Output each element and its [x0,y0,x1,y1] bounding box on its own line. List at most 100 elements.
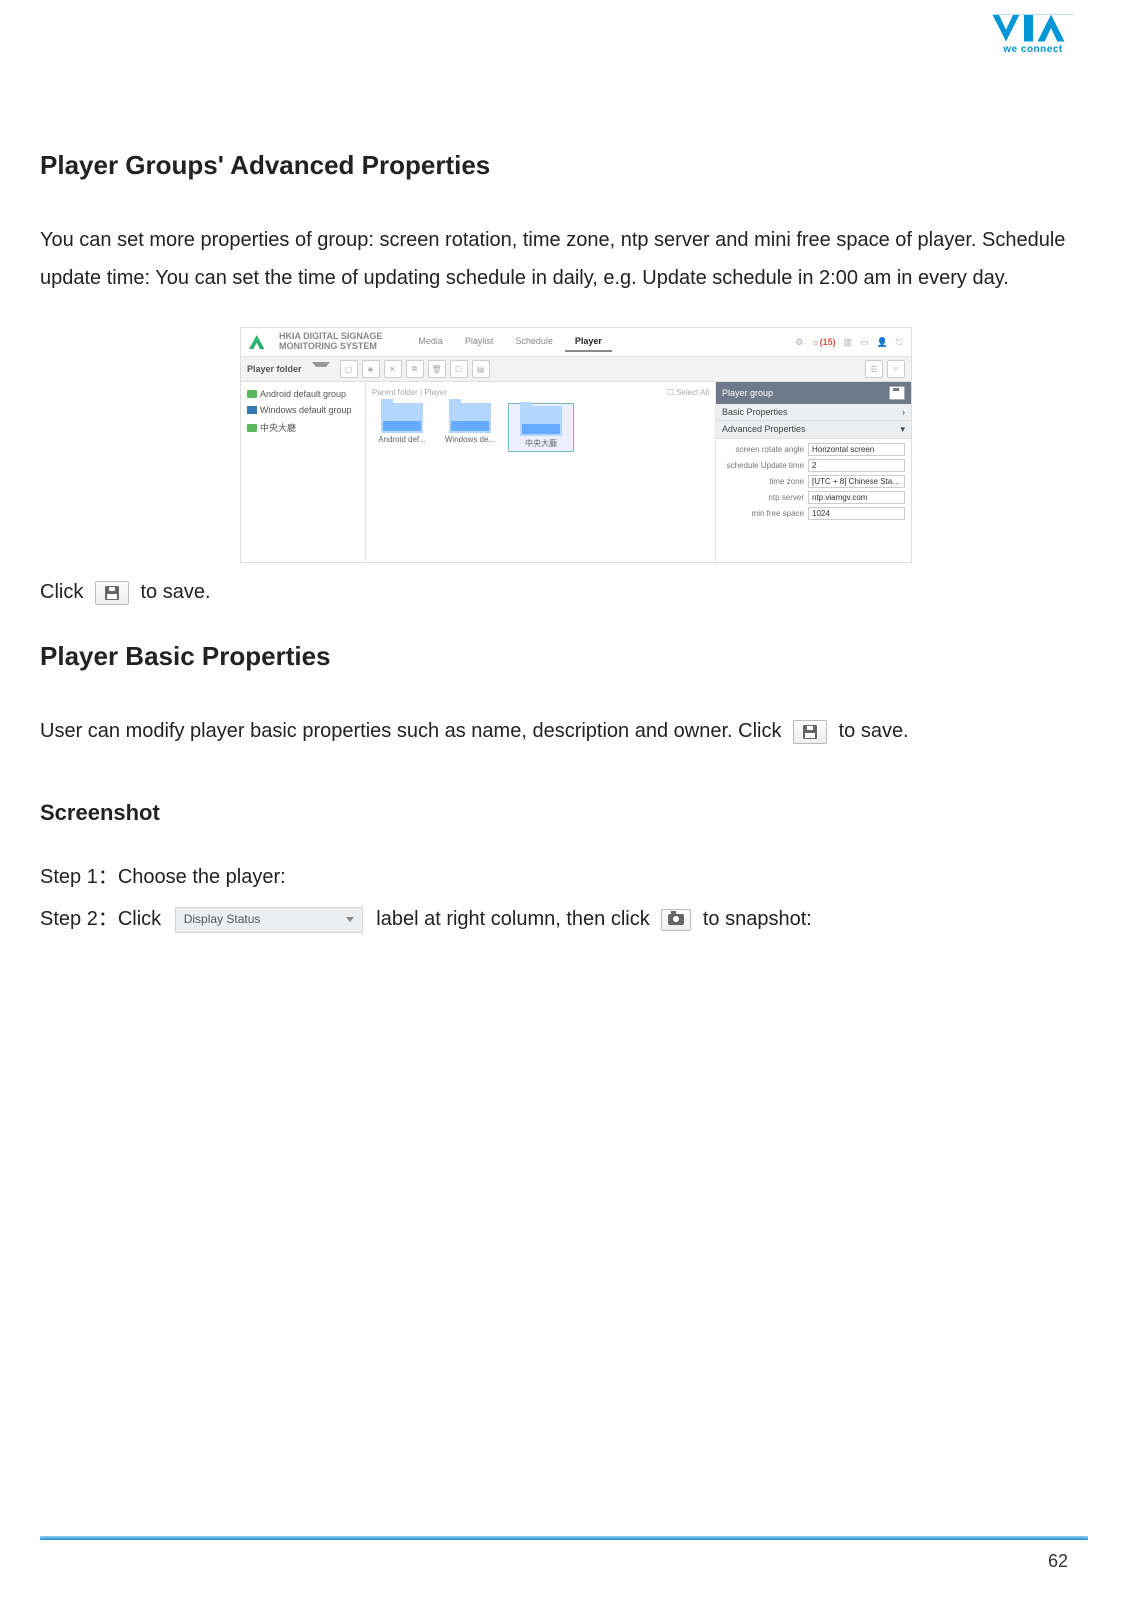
screen-rotate-select[interactable]: Horizontal screen [808,443,905,456]
folder-label: Android def... [372,435,432,444]
section-advanced-properties[interactable]: Advanced Properties▾ [716,421,911,439]
field-label: screen rotate angle [722,445,804,454]
main-nav: Media Playlist Schedule Player [408,332,612,352]
group-icon [247,406,257,414]
brand-tagline: we connect [1003,44,1062,55]
min-free-space-input[interactable]: 1024 [808,507,905,520]
camera-icon [668,914,684,925]
folder-dropdown-icon[interactable] [312,362,330,377]
list-view-button[interactable]: ☰ [865,360,883,378]
alert-icon[interactable]: ☼(15) [811,337,835,347]
section-label: Basic Properties [722,407,788,417]
click-save-line: Click to save. [40,573,1088,611]
delete-button[interactable]: ✕ [384,360,402,378]
toolbar-label: Player folder [247,364,302,374]
nav-schedule[interactable]: Schedule [505,332,563,352]
select-all-label: Select All [676,388,709,397]
chart-icon[interactable]: ▥ [844,337,853,348]
breadcrumb-row: Parent folder | Player ☐ Select All [372,388,709,397]
heading-player-basic-properties: Player Basic Properties [40,641,1088,672]
folder-tree: Android default group Windows default gr… [241,382,366,562]
footer-divider [40,1536,1088,1540]
save-icon[interactable] [889,386,905,400]
text-to-save: to save. [140,581,210,603]
heading-player-groups-advanced: Player Groups' Advanced Properties [40,150,1088,181]
logout-icon[interactable]: ⎋ [896,337,903,348]
time-zone-select[interactable]: [UTC + 8] Chinese Stand.. [808,475,905,488]
nav-player[interactable]: Player [565,332,612,352]
list-button[interactable]: ☐ [450,360,468,378]
new-folder-button[interactable]: ▢ [340,360,358,378]
field-label: schedule Update time [722,461,804,470]
step2-mid: label at right column, then click [376,908,655,930]
toolbar: Player folder ▢ ♣ ✕ ⧉ 🗑 ☐ ▤ ☰ ⌕ [241,357,911,382]
field-min-free-space: min free space 1024 [722,507,905,520]
field-label: ntp server [722,493,804,502]
tree-item-hall[interactable]: 中央大廳 [243,418,363,437]
floppy-icon [105,586,119,600]
nav-media[interactable]: Media [408,332,453,352]
select-all-checkbox[interactable]: ☐ Select All [667,388,709,397]
step2-pre: Step 2：Click [40,908,167,930]
grid-button[interactable]: ▤ [472,360,490,378]
folder-label: Windows de... [440,435,500,444]
chevron-right-icon: › [902,407,905,417]
display-status-label: Display Status [184,907,261,932]
step-2: Step 2：Click Display Status label at rig… [40,898,1088,940]
text-click: Click [40,581,83,603]
header-icons: ⚙ ☼(15) ▥ ▭ 👤 ⎋ [795,337,903,348]
breadcrumb: Parent folder | Player [372,388,447,397]
main-area: Parent folder | Player ☐ Select All Andr… [366,382,715,562]
tree-item-android[interactable]: Android default group [243,386,363,402]
folder-windows[interactable]: Windows de... [440,403,500,452]
paragraph-basic-properties: User can modify player basic properties … [40,712,1088,750]
panel-header: Player group [716,382,911,404]
save-button-icon[interactable] [793,720,827,744]
heading-screenshot: Screenshot [40,800,1088,826]
gear-icon[interactable]: ⚙ [795,337,803,348]
chevron-down-icon: ▾ [900,424,905,435]
app-header: HKIA DIGITAL SIGNAGE MONITORING SYSTEM M… [241,328,911,357]
field-screen-rotate: screen rotate angle Horizontal screen [722,443,905,456]
properties-panel: Player group Basic Properties › Advanced … [715,382,911,562]
group-icon [247,424,257,432]
group-icon [247,390,257,398]
trash-button[interactable]: 🗑 [428,360,446,378]
copy-button[interactable]: ⧉ [406,360,424,378]
text-basic-post: to save. [839,720,909,742]
tree-label: Windows default group [260,405,352,415]
tree-label: 中央大廳 [260,421,296,434]
advanced-fields: screen rotate angle Horizontal screen sc… [716,439,911,527]
schedule-update-select[interactable]: 2 [808,459,905,472]
user-icon[interactable]: 👤 [877,337,888,348]
tree-button[interactable]: ♣ [362,360,380,378]
folder-hall-selected[interactable]: 中央大廳 [508,403,574,452]
save-button-icon[interactable] [95,581,129,605]
field-schedule-update: schedule Update time 2 [722,459,905,472]
via-logo-icon [988,10,1078,46]
page-number: 62 [1048,1551,1068,1572]
folder-android[interactable]: Android def... [372,403,432,452]
step-1: Step 1：Choose the player: [40,856,1088,898]
paragraph-advanced-properties: You can set more properties of group: sc… [40,221,1088,297]
field-label: time zone [722,477,804,486]
nav-playlist[interactable]: Playlist [455,332,504,352]
app-title: HKIA DIGITAL SIGNAGE MONITORING SYSTEM [279,332,382,352]
display-status-dropdown[interactable]: Display Status [175,907,363,933]
app-logo-icon [249,335,271,349]
embedded-screenshot: HKIA DIGITAL SIGNAGE MONITORING SYSTEM M… [240,327,912,563]
inbox-icon[interactable]: ▭ [860,337,869,348]
tree-label: Android default group [260,389,346,399]
panel-title: Player group [722,388,773,398]
alert-count-badge: (15) [820,337,836,347]
chevron-down-icon [346,917,354,922]
section-basic-properties[interactable]: Basic Properties › [716,404,911,421]
snapshot-button[interactable] [661,909,691,931]
ntp-server-input[interactable]: ntp.viamgv.com [808,491,905,504]
app-title-line2: MONITORING SYSTEM [279,342,382,352]
step2-post: to snapshot: [703,908,812,930]
field-time-zone: time zone [UTC + 8] Chinese Stand.. [722,475,905,488]
search-button[interactable]: ⌕ [887,360,905,378]
folder-grid: Android def... Windows de... 中央大廳 [372,403,709,452]
tree-item-windows[interactable]: Windows default group [243,402,363,418]
